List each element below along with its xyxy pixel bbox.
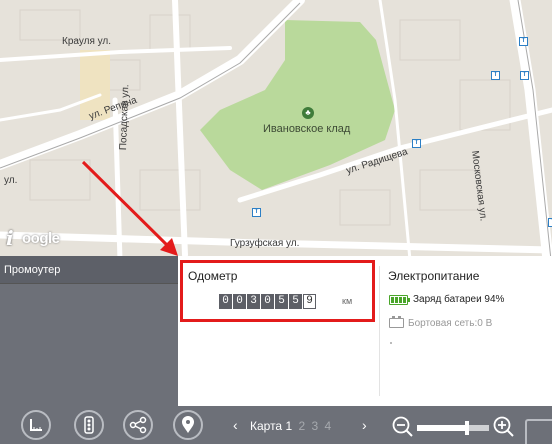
battery-icon	[389, 295, 410, 305]
zoom-out-icon[interactable]	[392, 416, 414, 438]
tram-stop-icon: Т	[491, 71, 500, 80]
zoom-in-icon[interactable]	[493, 416, 515, 438]
location-button[interactable]	[173, 410, 203, 440]
sidebar-item-label: Промоутер	[4, 264, 61, 276]
odometer-unit: км	[342, 296, 353, 306]
park-label: Ивановское клад	[263, 123, 351, 135]
traffic-button[interactable]	[74, 410, 104, 440]
odometer-digit: 3	[247, 294, 260, 309]
tram-stop-icon: Т	[519, 37, 528, 46]
zoom-slider[interactable]	[417, 421, 489, 435]
map-pin-icon	[182, 416, 194, 433]
street-label: Посадская ул.	[118, 84, 132, 151]
ruler-icon	[30, 419, 42, 431]
street-label: ул.	[4, 175, 18, 186]
odometer-digit: 0	[233, 294, 246, 309]
power-title: Электропитание	[388, 269, 480, 283]
info-panel: Одометр 0 0 3 0 5 5 9 км Электропитание …	[178, 256, 552, 406]
map-view[interactable]: Крауля ул. ул. Репина ул. Радищева Гурзу…	[0, 0, 552, 260]
tram-stop-icon: Т	[520, 71, 529, 80]
street-label: Гурзуфская ул.	[230, 238, 300, 249]
tram-stop-icon: Т	[252, 208, 261, 217]
onboard-network-voltage: Бортовая сеть:0 В	[408, 318, 493, 329]
street-label: Крауля ул.	[62, 36, 112, 47]
tram-stop-icon: Т	[412, 139, 421, 148]
park-icon: ♣	[302, 107, 314, 119]
pager-page[interactable]: 2	[298, 419, 305, 433]
odometer-digit: 5	[289, 294, 302, 309]
google-logo: oogle	[22, 230, 60, 247]
odometer-digit: 9	[303, 294, 316, 309]
prev-page-button[interactable]: ‹	[233, 417, 238, 433]
bottom-toolbar: ‹ Карта 1 2 3 4 ›	[0, 406, 552, 444]
traffic-light-icon	[84, 416, 94, 434]
fullscreen-button[interactable]	[525, 419, 552, 444]
zoom-level-fill	[417, 425, 465, 431]
sidebar: Промоутер	[0, 256, 178, 406]
pager-current[interactable]: 1	[285, 419, 292, 433]
next-page-button[interactable]: ›	[362, 417, 367, 433]
odometer-title: Одометр	[188, 269, 238, 283]
share-icon	[129, 416, 147, 434]
odometer-digit: 0	[219, 294, 232, 309]
odometer-digit: 0	[261, 294, 274, 309]
odometer-digit: 5	[275, 294, 288, 309]
ruler-button[interactable]	[21, 410, 51, 440]
battery-charge: Заряд батареи 94%	[413, 294, 505, 305]
odometer-digits: 0 0 3 0 5 5 9	[219, 294, 316, 309]
pager-page[interactable]: 4	[325, 419, 332, 433]
pager: Карта 1 2 3 4	[250, 419, 331, 433]
share-button[interactable]	[123, 410, 153, 440]
zoom-handle[interactable]	[465, 421, 469, 435]
pager-page[interactable]: 3	[312, 419, 319, 433]
onboard-network-icon	[389, 316, 404, 328]
panel-divider	[379, 266, 380, 396]
pager-label: Карта	[250, 419, 283, 433]
tram-stop-icon: Т	[548, 218, 552, 227]
sidebar-item-promoter[interactable]: Промоутер	[0, 256, 178, 284]
separator-dot	[390, 342, 392, 344]
